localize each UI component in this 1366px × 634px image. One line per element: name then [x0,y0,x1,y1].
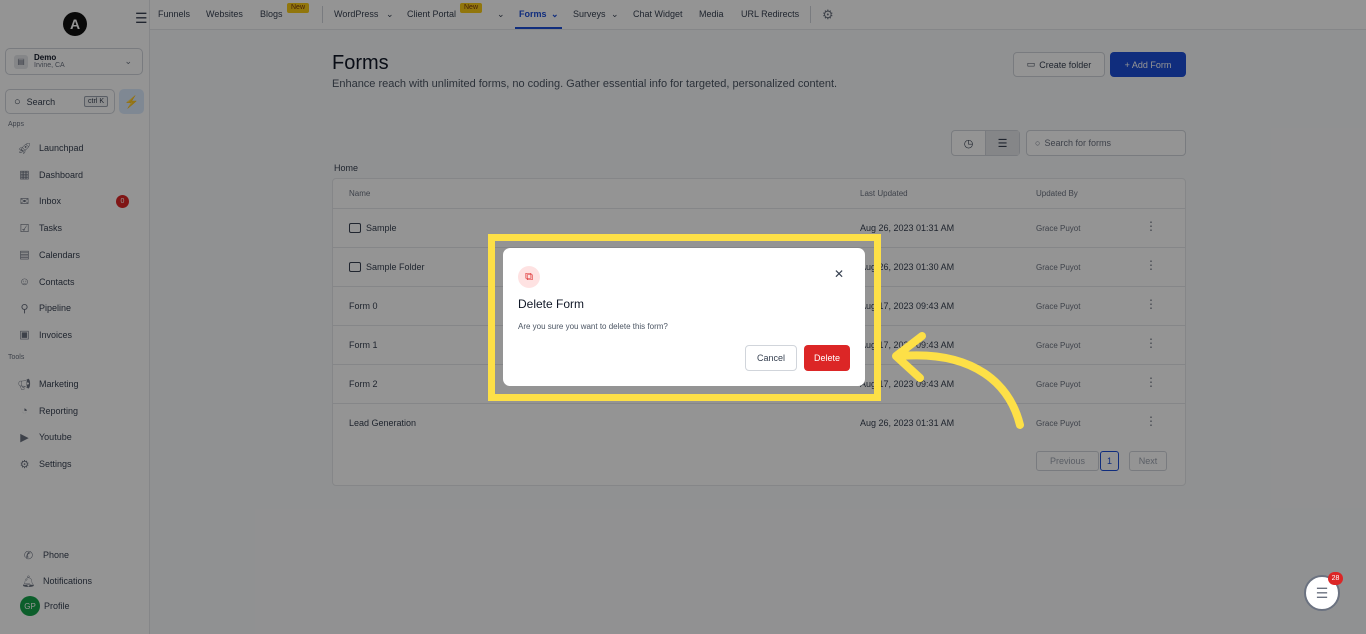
delete-form-dialog: ⧉ ✕ Delete Form Are you sure you want to… [503,248,865,386]
chat-badge: 28 [1328,572,1343,585]
tutorial-arrow-icon [892,332,1024,429]
delete-button[interactable]: Delete [804,345,850,371]
cancel-button[interactable]: Cancel [745,345,797,371]
dialog-message: Are you sure you want to delete this for… [518,322,668,331]
dialog-title: Delete Form [518,297,585,311]
copy-icon: ⧉ [518,266,540,288]
close-icon[interactable]: ✕ [834,267,844,281]
